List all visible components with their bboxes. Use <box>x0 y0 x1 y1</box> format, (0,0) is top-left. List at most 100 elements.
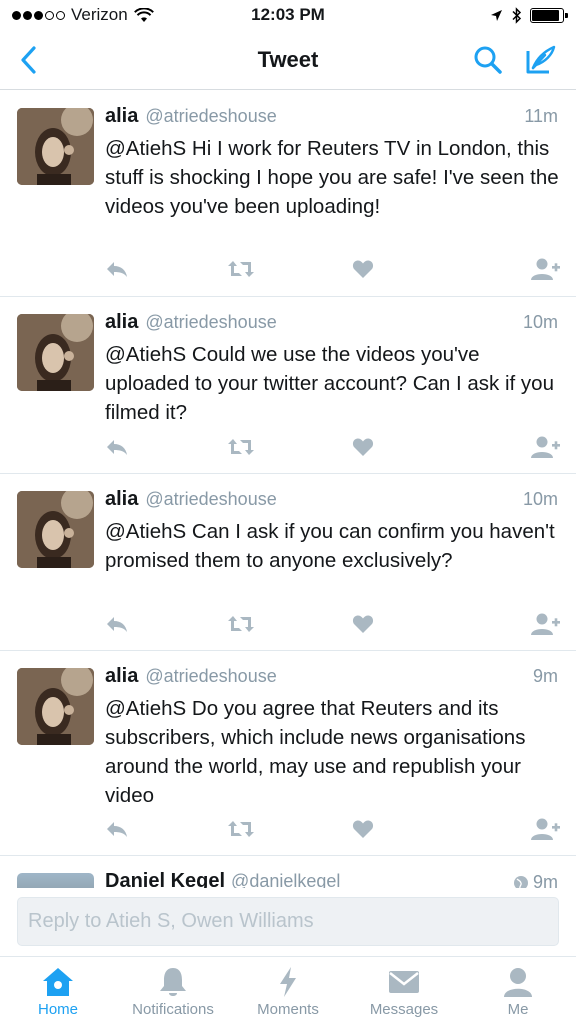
tweet-text: @AtiehS Can I ask if you can confirm you… <box>105 520 555 572</box>
follow-button[interactable] <box>531 435 561 459</box>
author-handle[interactable]: @atriedeshouse <box>145 106 276 127</box>
avatar[interactable] <box>17 491 94 568</box>
reply-button[interactable] <box>105 817 129 841</box>
tweet-actions <box>105 435 560 459</box>
follow-button[interactable] <box>531 612 561 636</box>
like-button[interactable] <box>352 612 374 636</box>
tweet-text: @AtiehS Do you agree that Reuters and it… <box>105 697 526 807</box>
avatar[interactable] <box>17 108 94 185</box>
tab-label: Moments <box>257 1001 319 1018</box>
reply-button[interactable] <box>105 257 129 281</box>
bluetooth-icon <box>512 6 522 24</box>
tweet-header: alia @atriedeshouse 10m <box>105 488 558 514</box>
tweet-actions <box>105 612 560 636</box>
tweet-actions <box>105 817 560 841</box>
tweet-text: @AtiehS Could we use the videos you've u… <box>105 343 554 424</box>
tweet-header: alia @atriedeshouse 11m <box>105 105 558 131</box>
navigation-bar: Tweet <box>0 30 576 90</box>
tweet-meta: 9m <box>513 872 558 888</box>
avatar[interactable] <box>17 668 94 745</box>
globe-icon <box>513 875 528 888</box>
author-handle[interactable]: @atriedeshouse <box>145 489 276 510</box>
tab-label: Me <box>507 1001 529 1018</box>
search-button[interactable] <box>470 42 506 78</box>
retweet-icon <box>228 261 254 277</box>
tab-label: Messages <box>369 1001 439 1018</box>
home-icon <box>41 966 75 998</box>
add-user-icon <box>531 436 560 458</box>
author-name[interactable]: alia <box>105 488 138 511</box>
compose-tweet-button[interactable] <box>520 40 560 80</box>
heart-icon <box>352 438 374 456</box>
like-button[interactable] <box>352 257 374 281</box>
heart-icon <box>352 260 374 278</box>
avatar[interactable] <box>17 873 94 888</box>
author-handle[interactable]: @atriedeshouse <box>145 312 276 333</box>
author-name[interactable]: alia <box>105 665 138 688</box>
tweet-item[interactable]: alia @atriedeshouse 10m @AtiehS Can I as… <box>0 474 576 651</box>
avatar[interactable] <box>17 314 94 391</box>
tab-bar: Home Notifications Moments Messages Me <box>0 956 576 1024</box>
back-button[interactable] <box>10 42 46 78</box>
reply-button[interactable] <box>105 435 129 459</box>
tab-me[interactable]: Me <box>458 957 576 1024</box>
tweet-timestamp: 9m <box>532 666 558 686</box>
tab-moments[interactable]: Moments <box>228 957 348 1024</box>
status-bar: Verizon 12:03 PM <box>0 0 576 30</box>
retweet-button[interactable] <box>227 435 255 459</box>
like-button[interactable] <box>352 435 374 459</box>
chevron-left-icon <box>21 46 36 74</box>
tweet-item[interactable]: alia @atriedeshouse 10m @AtiehS Could we… <box>0 297 576 474</box>
person-icon <box>503 966 533 998</box>
heart-icon <box>352 615 374 633</box>
author-name[interactable]: alia <box>105 311 138 334</box>
tweet-item-partial[interactable]: Daniel Kegel @danielkegel 9m <box>0 856 576 888</box>
like-button[interactable] <box>352 817 374 841</box>
envelope-icon <box>388 966 420 998</box>
retweet-button[interactable] <box>227 257 255 281</box>
reply-bar <box>0 888 576 956</box>
reply-button[interactable] <box>105 612 129 636</box>
follow-button[interactable] <box>531 257 561 281</box>
tweet-header: alia @atriedeshouse 9m <box>105 665 558 691</box>
signal-strength-icon <box>12 10 65 20</box>
tweet-item[interactable]: alia @atriedeshouse 9m @AtiehS Do you ag… <box>0 651 576 856</box>
author-handle[interactable]: @atriedeshouse <box>145 666 276 687</box>
add-user-icon <box>531 258 560 280</box>
reply-icon <box>107 440 127 455</box>
bell-icon <box>158 966 188 998</box>
carrier-label: Verizon <box>71 5 128 24</box>
author-name-text: Daniel Kegel <box>105 870 226 888</box>
tab-label: Home <box>37 1001 78 1018</box>
tweet-actions <box>105 257 560 281</box>
tab-notifications[interactable]: Notifications <box>113 957 233 1024</box>
author-name[interactable]: Daniel Kegel @danielkegel <box>105 870 340 888</box>
retweet-button[interactable] <box>227 612 255 636</box>
status-right <box>490 6 568 24</box>
tab-label: Notifications <box>132 1001 214 1018</box>
tweet-item[interactable]: alia @atriedeshouse 11m @AtiehS Hi I wor… <box>0 91 576 297</box>
follow-button[interactable] <box>531 817 561 841</box>
reply-icon <box>107 617 127 632</box>
page-title: Tweet <box>257 46 319 72</box>
tweet-timestamp: 10m <box>522 312 558 332</box>
retweet-icon <box>228 439 254 455</box>
tweet-header: alia @atriedeshouse 10m <box>105 311 558 337</box>
lightning-icon <box>277 966 299 998</box>
tweet-timestamp: 10m <box>522 489 558 509</box>
author-name[interactable]: alia <box>105 105 138 128</box>
compose-icon <box>526 45 556 74</box>
search-icon <box>474 46 502 74</box>
reply-icon <box>107 822 127 837</box>
reply-input[interactable] <box>17 897 559 946</box>
location-arrow-icon <box>491 9 502 21</box>
retweet-button[interactable] <box>227 817 255 841</box>
author-handle[interactable]: @danielkegel <box>231 871 340 888</box>
tab-home[interactable]: Home <box>0 957 118 1024</box>
tweet-timestamp: 9m <box>532 872 558 888</box>
retweet-icon <box>228 821 254 837</box>
add-user-icon <box>531 613 560 635</box>
tweet-timestamp: 11m <box>524 106 558 126</box>
status-left: Verizon <box>12 5 154 25</box>
tab-messages[interactable]: Messages <box>344 957 464 1024</box>
